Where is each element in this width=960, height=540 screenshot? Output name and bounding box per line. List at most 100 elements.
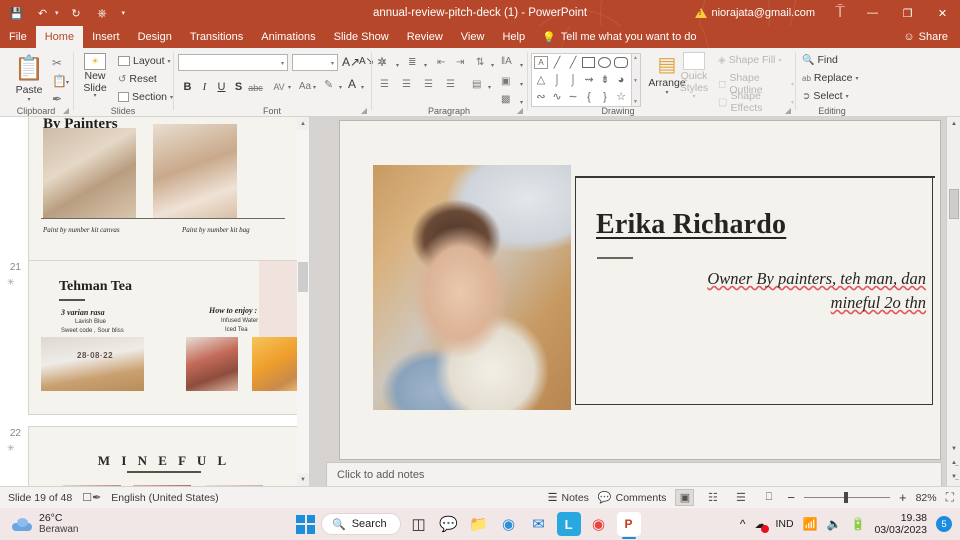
- shape-right-block-arrow-icon[interactable]: ⇝: [582, 73, 596, 86]
- tab-animations[interactable]: Animations: [252, 26, 324, 48]
- decrease-indent-icon[interactable]: ⇤: [437, 57, 445, 68]
- format-painter-icon[interactable]: ✒: [52, 92, 62, 106]
- tab-home[interactable]: Home: [35, 26, 84, 48]
- tell-me-search[interactable]: 💡 Tell me what you want to do: [534, 26, 696, 48]
- stage-scroll-down-button[interactable]: ▼: [947, 442, 960, 456]
- battery-charging-icon[interactable]: 🔋: [850, 517, 865, 531]
- columns-dropdown-icon[interactable]: ▾: [488, 84, 491, 91]
- shapes-scroll-down-arrow[interactable]: ▼: [633, 78, 638, 84]
- layout-button[interactable]: Layout ▾: [118, 55, 171, 67]
- thumbnail-slide-22[interactable]: M I N E F U L: [28, 426, 298, 486]
- increase-indent-icon[interactable]: ⇥: [456, 57, 464, 68]
- font-color-icon[interactable]: A: [348, 77, 356, 91]
- shape-star-icon[interactable]: ☆: [614, 90, 628, 103]
- bold-button[interactable]: B: [179, 78, 196, 95]
- align-right-icon[interactable]: ☰: [424, 79, 433, 90]
- zoom-slider-knob[interactable]: [843, 492, 848, 503]
- font-size-dropdown-icon[interactable]: ▾: [331, 60, 334, 67]
- shape-elbow-connector-icon[interactable]: ⌡: [550, 73, 564, 86]
- zoom-slider[interactable]: [803, 492, 890, 503]
- previous-slide-button[interactable]: ▲̲: [947, 456, 960, 470]
- shape-effects-dropdown-icon[interactable]: ▾: [791, 99, 794, 106]
- language-indicator[interactable]: English (United States): [111, 492, 218, 504]
- slide-stage-scrollbar[interactable]: ▲ ▼ ▲̲ ▼̲: [946, 117, 960, 486]
- ribbon-display-options-button[interactable]: ⍑: [825, 0, 855, 26]
- shape-oval-icon[interactable]: [598, 57, 611, 68]
- italic-button[interactable]: I: [196, 78, 213, 95]
- normal-view-button[interactable]: ▣: [675, 489, 695, 506]
- reset-button[interactable]: ↺ Reset: [118, 73, 157, 85]
- align-text-icon[interactable]: ▣: [501, 76, 510, 87]
- section-button[interactable]: Section ▾: [118, 91, 173, 103]
- tab-transitions[interactable]: Transitions: [181, 26, 252, 48]
- shape-down-block-arrow-icon[interactable]: ⇟: [598, 73, 612, 86]
- font-name-dropdown-icon[interactable]: ▾: [281, 60, 284, 67]
- font-name-input[interactable]: ▾: [178, 54, 288, 71]
- thumbnail-panel-scrollbar[interactable]: ▲ ▼: [297, 117, 309, 486]
- align-center-icon[interactable]: ☰: [402, 79, 411, 90]
- slide-name-heading[interactable]: Erika Richardo: [596, 209, 786, 241]
- volume-icon[interactable]: 🔈: [827, 517, 842, 531]
- shape-fill-dropdown-icon[interactable]: ▾: [778, 57, 781, 64]
- shape-scribble-icon[interactable]: ∾: [534, 90, 548, 103]
- paste-button[interactable]: 📋 Paste ▾: [8, 54, 50, 103]
- clipboard-dialog-launcher[interactable]: ◢: [63, 106, 69, 115]
- taskbar-app-edge[interactable]: ◉: [497, 512, 521, 536]
- tab-design[interactable]: Design: [129, 26, 181, 48]
- numbering-dropdown-icon[interactable]: ▾: [424, 62, 427, 69]
- paragraph-dialog-launcher[interactable]: ◢: [517, 106, 523, 115]
- minimize-button[interactable]: —: [855, 0, 890, 26]
- change-case-button[interactable]: Aa: [295, 78, 315, 95]
- change-case-dropdown-icon[interactable]: ▾: [313, 84, 316, 91]
- text-direction-dropdown-icon[interactable]: ▾: [520, 62, 523, 69]
- text-highlight-color-icon[interactable]: ✎: [324, 78, 333, 91]
- convert-to-smartart-icon[interactable]: ▩: [501, 94, 510, 105]
- align-left-icon[interactable]: ☰: [380, 79, 389, 90]
- replace-button[interactable]: ab Replace ▾: [802, 72, 858, 84]
- font-color-dropdown-icon[interactable]: ▾: [361, 84, 364, 91]
- line-spacing-icon[interactable]: ⇅: [476, 57, 484, 68]
- font-size-input[interactable]: ▾: [292, 54, 338, 71]
- new-slide-button[interactable]: ☀ New Slide ▾: [76, 53, 114, 100]
- text-direction-icon[interactable]: ‖A: [501, 56, 512, 67]
- notes-pane[interactable]: Click to add notes: [326, 462, 942, 488]
- shape-arrow-icon[interactable]: ╱: [566, 56, 580, 69]
- find-button[interactable]: 🔍 Find: [802, 54, 838, 66]
- select-button[interactable]: ➲ Select ▾: [802, 90, 849, 102]
- thumbnail-scrollbar-thumb[interactable]: [298, 262, 308, 292]
- onedrive-error-icon[interactable]: ☁: [754, 517, 770, 533]
- windows-start-icon[interactable]: [296, 514, 315, 534]
- taskbar-app-file-explorer[interactable]: 📁: [467, 512, 491, 536]
- close-button[interactable]: ✕: [925, 0, 960, 26]
- tab-slide-show[interactable]: Slide Show: [325, 26, 398, 48]
- replace-dropdown-icon[interactable]: ▾: [855, 75, 858, 82]
- shape-line-icon[interactable]: ╱: [550, 56, 564, 69]
- align-text-dropdown-icon[interactable]: ▾: [520, 81, 523, 88]
- taskbar-app-widgets[interactable]: ◫: [407, 512, 431, 536]
- tab-file[interactable]: File: [0, 26, 36, 48]
- slide-thumbnail-panel[interactable]: By Painters Paint by number kit canvas P…: [0, 117, 310, 486]
- notification-badge[interactable]: 5: [936, 516, 952, 532]
- stage-scroll-up-button[interactable]: ▲: [947, 117, 960, 131]
- drawing-dialog-launcher[interactable]: ◢: [785, 106, 791, 115]
- shapes-scroll-up-arrow[interactable]: ▲: [633, 55, 638, 61]
- arrange-dropdown-icon[interactable]: ▾: [665, 89, 668, 96]
- text-highlight-dropdown-icon[interactable]: ▾: [339, 84, 342, 91]
- accessibility-check-icon[interactable]: ☐✒: [82, 491, 101, 504]
- numbering-icon[interactable]: ≣: [408, 57, 416, 68]
- justify-icon[interactable]: ☰: [446, 79, 455, 90]
- paste-dropdown-icon[interactable]: ▾: [27, 96, 30, 103]
- copy-dropdown-icon[interactable]: ▾: [66, 79, 69, 86]
- shape-left-brace-icon[interactable]: {: [582, 90, 596, 103]
- scissors-icon[interactable]: ✂: [52, 56, 62, 70]
- text-shadow-button[interactable]: S: [230, 78, 247, 95]
- character-spacing-dropdown-icon[interactable]: ▾: [288, 84, 291, 91]
- quick-styles-button[interactable]: Quick Styles ▾: [674, 52, 714, 101]
- zoom-level[interactable]: 82%: [916, 492, 937, 504]
- slide-role-text[interactable]: Owner By painters, teh man, dan mineful …: [596, 267, 926, 315]
- share-button[interactable]: ☺ Share: [897, 28, 954, 46]
- taskbar-app-mail[interactable]: ✉: [527, 512, 551, 536]
- tab-view[interactable]: View: [452, 26, 494, 48]
- shape-outline-dropdown-icon[interactable]: ▾: [791, 81, 794, 88]
- tab-insert[interactable]: Insert: [83, 26, 129, 48]
